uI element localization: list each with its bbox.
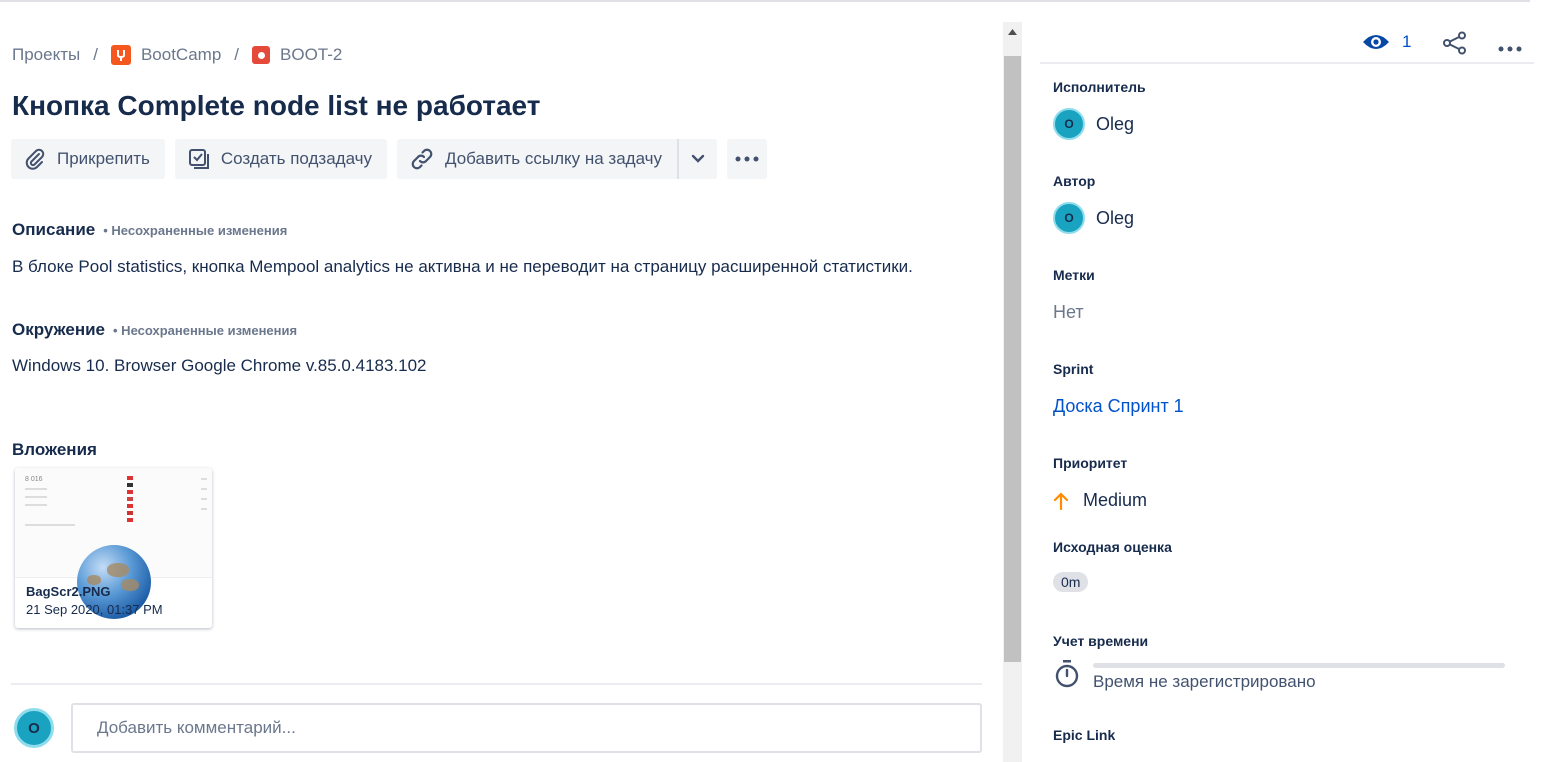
priority-field[interactable]: Medium: [1053, 490, 1147, 511]
more-horizontal-icon: [1498, 46, 1522, 52]
sidebar-more-button[interactable]: [1498, 39, 1522, 57]
attachment-date: 21 Sep 2020, 01:37 PM: [26, 602, 163, 617]
breadcrumb-project-link[interactable]: BootCamp: [110, 45, 222, 65]
priority-value: Medium: [1083, 490, 1148, 510]
epic-link-label: Epic Link: [1053, 727, 1116, 743]
thumbnail-number: 8 016: [25, 476, 43, 483]
breadcrumb-issue-key: BOOT-2: [280, 45, 343, 64]
link-issue-group: Добавить ссылку на задачу: [397, 139, 718, 179]
attachment-filename: BagScr2.PNG: [26, 584, 111, 599]
scroll-up-button[interactable]: [1003, 22, 1022, 42]
watchers-button[interactable]: 1: [1362, 32, 1411, 52]
description-text[interactable]: В блоке Pool statistics, кнопка Mempool …: [12, 257, 913, 277]
breadcrumb-issue-link[interactable]: BOOT-2: [252, 45, 342, 65]
create-subtask-button[interactable]: Создать подзадачу: [174, 139, 388, 179]
attachments-heading: Вложения: [12, 440, 97, 459]
sidebar-top-actions: 1: [1040, 22, 1534, 64]
description-unsaved-note: • Несохраненные изменения: [103, 223, 288, 238]
description-header: Описание • Несохраненные изменения: [12, 220, 287, 240]
estimate-label: Исходная оценка: [1053, 539, 1172, 555]
time-tracking-label: Учет времени: [1053, 633, 1149, 649]
issue-details-sidebar: 1 Исполнитель O Oleg Автор O Oleg Метки …: [1040, 0, 1534, 762]
environment-header: Окружение • Несохраненные изменения: [12, 320, 297, 340]
chevron-down-icon: [691, 154, 705, 163]
time-tracking-value: Время не зарегистрировано: [1093, 672, 1316, 691]
share-icon: [1443, 31, 1466, 55]
assignee-name: Oleg: [1096, 113, 1135, 134]
environment-unsaved-note: • Несохраненные изменения: [113, 323, 298, 338]
share-button[interactable]: [1442, 31, 1468, 60]
attachment-info: BagScr2.PNG 21 Sep 2020, 01:37 PM: [15, 584, 212, 617]
labels-field[interactable]: Нет: [1053, 302, 1084, 323]
sprint-label: Sprint: [1053, 361, 1094, 377]
current-user-avatar: O: [14, 708, 54, 748]
stopwatch-icon: [1054, 659, 1080, 694]
link-issue-dropdown[interactable]: [677, 139, 718, 179]
breadcrumb-project-label: BootCamp: [140, 45, 222, 64]
environment-heading: Окружение: [12, 320, 106, 339]
project-avatar-icon: [110, 45, 131, 65]
issue-main-panel: Проекты / BootCamp / BOOT-2 Кнопка Compl…: [0, 0, 1000, 762]
arrow-up-icon: [1053, 491, 1069, 510]
assignee-field[interactable]: O Oleg: [1053, 108, 1134, 140]
more-horizontal-icon: [735, 156, 759, 162]
reporter-label: Автор: [1053, 173, 1096, 189]
breadcrumb: Проекты / BootCamp / BOOT-2: [12, 45, 342, 65]
add-comment-input[interactable]: [71, 703, 982, 753]
main-scrollbar[interactable]: [1003, 22, 1022, 762]
reporter-avatar: O: [1053, 202, 1085, 234]
environment-text[interactable]: Windows 10. Browser Google Chrome v.85.0…: [12, 356, 427, 376]
estimate-badge: 0m: [1053, 572, 1089, 592]
watchers-count: 1: [1402, 32, 1412, 51]
description-heading: Описание: [12, 220, 96, 239]
reporter-field[interactable]: O Oleg: [1053, 202, 1134, 234]
labels-label: Метки: [1053, 267, 1095, 283]
eye-icon: [1363, 35, 1389, 49]
comment-divider: [11, 683, 982, 685]
link-issue-label: Добавить ссылку на задачу: [445, 149, 663, 168]
breadcrumb-separator: /: [93, 45, 98, 64]
reporter-name: Oleg: [1096, 207, 1135, 228]
sprint-link[interactable]: Доска Спринт 1: [1053, 396, 1184, 417]
priority-label: Приоритет: [1053, 455, 1128, 471]
estimate-field[interactable]: 0m: [1053, 572, 1089, 592]
attach-button-label: Прикрепить: [57, 149, 150, 168]
bug-icon: [252, 46, 271, 64]
triangle-up-icon: [1008, 29, 1017, 35]
attachment-card[interactable]: 8 016 BagScr2.PNG 21 Sep 2020, 01:37 PM: [15, 468, 212, 628]
paperclip-icon: [25, 148, 45, 170]
issue-title[interactable]: Кнопка Complete node list не работает: [12, 90, 540, 122]
breadcrumb-separator: /: [234, 45, 240, 64]
subtask-icon: [188, 149, 209, 169]
link-issue-button[interactable]: Добавить ссылку на задачу: [397, 139, 678, 179]
attach-button[interactable]: Прикрепить: [11, 139, 165, 179]
link-icon: [411, 148, 433, 170]
attachments-header: Вложения: [12, 440, 97, 460]
scrollbar-thumb[interactable]: [1004, 56, 1021, 662]
create-subtask-label: Создать подзадачу: [220, 149, 373, 168]
time-tracking-bar[interactable]: [1093, 663, 1505, 668]
breadcrumb-projects-link[interactable]: Проекты: [12, 45, 80, 65]
issue-toolbar: Прикрепить Создать подзадачу Добавить сс…: [11, 139, 768, 179]
more-actions-button[interactable]: [727, 139, 768, 179]
assignee-avatar: O: [1053, 108, 1085, 140]
assignee-label: Исполнитель: [1053, 79, 1146, 95]
